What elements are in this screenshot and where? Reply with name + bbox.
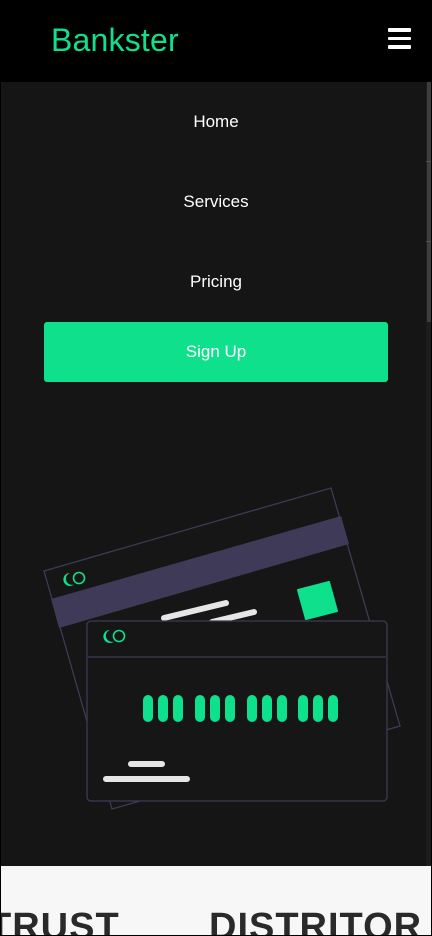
nav-item-services[interactable]: Services (0, 192, 432, 212)
nav-item-home[interactable]: Home (0, 112, 432, 132)
nav-item-pricing[interactable]: Pricing (0, 272, 432, 292)
partner-logo-distritor: DISTRITOR (209, 906, 423, 936)
brand-logo[interactable]: Bankster (51, 22, 179, 59)
credit-card-front-icon (86, 620, 388, 802)
partner-logo-trust: TRUST (0, 906, 120, 936)
scrollbar-tick (426, 241, 432, 242)
scrollbar-tick (426, 161, 432, 162)
sign-up-button[interactable]: Sign Up (44, 322, 388, 382)
partners-strip: TRUST DISTRITOR (0, 866, 432, 936)
credit-cards-illustration (43, 487, 401, 810)
site-header: Bankster (0, 0, 432, 82)
hamburger-menu-icon[interactable] (388, 28, 412, 50)
